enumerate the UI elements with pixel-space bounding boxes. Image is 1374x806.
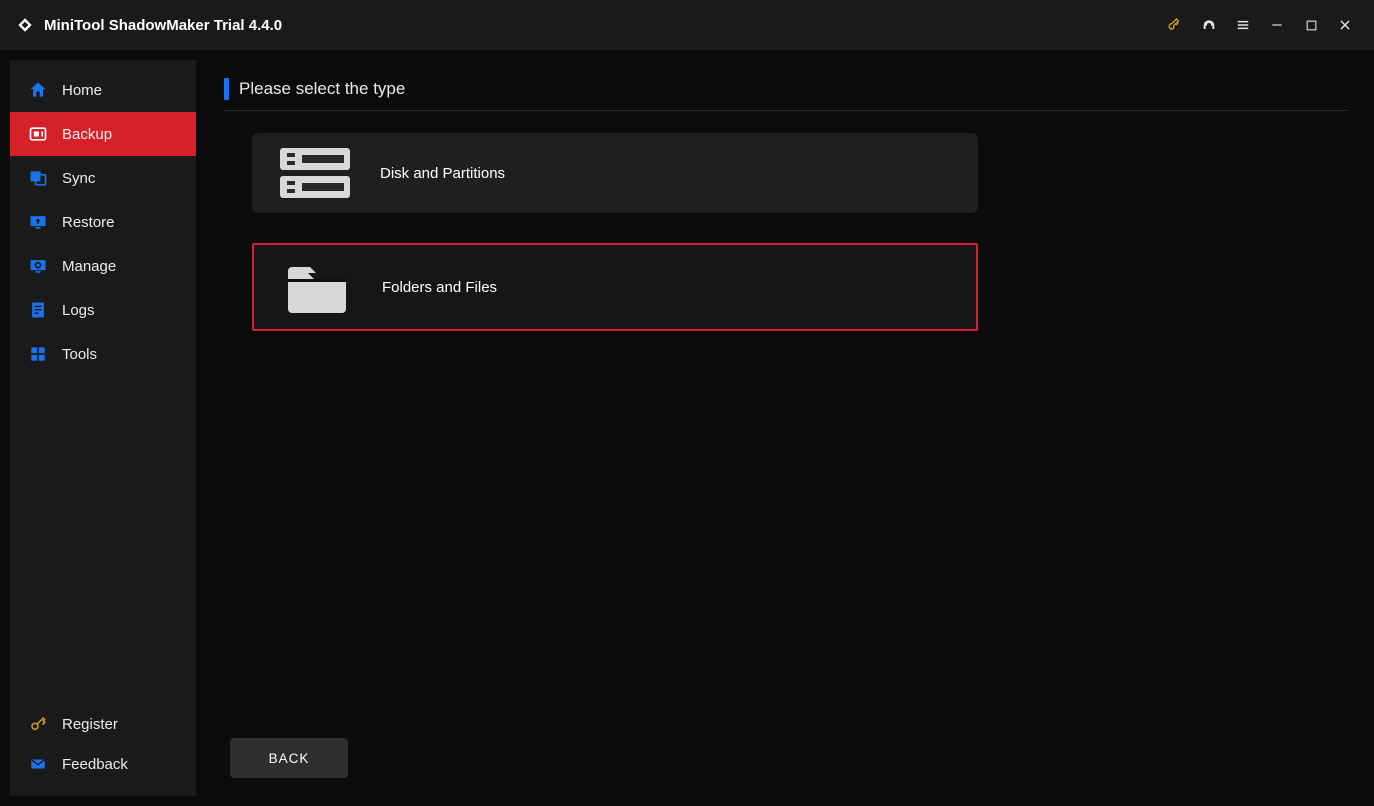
sidebar-register[interactable]: Register (10, 704, 196, 744)
disk-partitions-icon (280, 143, 350, 203)
sidebar-item-tools[interactable]: Tools (10, 332, 196, 376)
back-button[interactable]: BACK (230, 738, 348, 778)
main-content: Please select the type Disk an (208, 60, 1364, 796)
sidebar: Home Backup Sync Restore (10, 60, 196, 796)
tools-icon (28, 344, 48, 364)
sidebar-item-home[interactable]: Home (10, 68, 196, 112)
home-icon (28, 80, 48, 100)
titlebar-key-icon[interactable] (1158, 0, 1192, 50)
titlebar-headset-icon[interactable] (1192, 0, 1226, 50)
section-accent-bar (224, 78, 229, 100)
backup-icon (28, 124, 48, 144)
option-folders-files[interactable]: Folders and Files (252, 243, 978, 331)
section-title: Please select the type (239, 79, 405, 99)
logs-icon (28, 300, 48, 320)
window-close-button[interactable] (1328, 0, 1362, 50)
titlebar: MiniTool ShadowMaker Trial 4.4.0 (0, 0, 1374, 50)
manage-icon (28, 256, 48, 276)
restore-icon (28, 212, 48, 232)
option-disk-partitions[interactable]: Disk and Partitions (252, 133, 978, 213)
sidebar-item-backup[interactable]: Backup (10, 112, 196, 156)
folder-icon (282, 257, 352, 317)
key-icon (28, 714, 48, 734)
section-header: Please select the type (224, 78, 1348, 111)
register-label: Register (62, 716, 118, 733)
window-minimize-button[interactable] (1260, 0, 1294, 50)
sidebar-item-logs[interactable]: Logs (10, 288, 196, 332)
option-label: Folders and Files (382, 279, 497, 296)
window-maximize-button[interactable] (1294, 0, 1328, 50)
sync-icon (28, 168, 48, 188)
sidebar-item-manage[interactable]: Manage (10, 244, 196, 288)
sidebar-item-sync[interactable]: Sync (10, 156, 196, 200)
app-title: MiniTool ShadowMaker Trial 4.4.0 (44, 17, 282, 34)
sidebar-feedback[interactable]: Feedback (10, 744, 196, 784)
sidebar-item-label: Tools (62, 346, 97, 363)
sidebar-item-label: Logs (62, 302, 95, 319)
mail-icon (28, 754, 48, 774)
app-logo-icon (14, 14, 36, 36)
sidebar-item-label: Backup (62, 126, 112, 143)
sidebar-item-label: Restore (62, 214, 115, 231)
option-label: Disk and Partitions (380, 165, 505, 182)
sidebar-item-label: Home (62, 82, 102, 99)
titlebar-menu-icon[interactable] (1226, 0, 1260, 50)
sidebar-item-restore[interactable]: Restore (10, 200, 196, 244)
sidebar-item-label: Manage (62, 258, 116, 275)
sidebar-item-label: Sync (62, 170, 95, 187)
feedback-label: Feedback (62, 756, 128, 773)
